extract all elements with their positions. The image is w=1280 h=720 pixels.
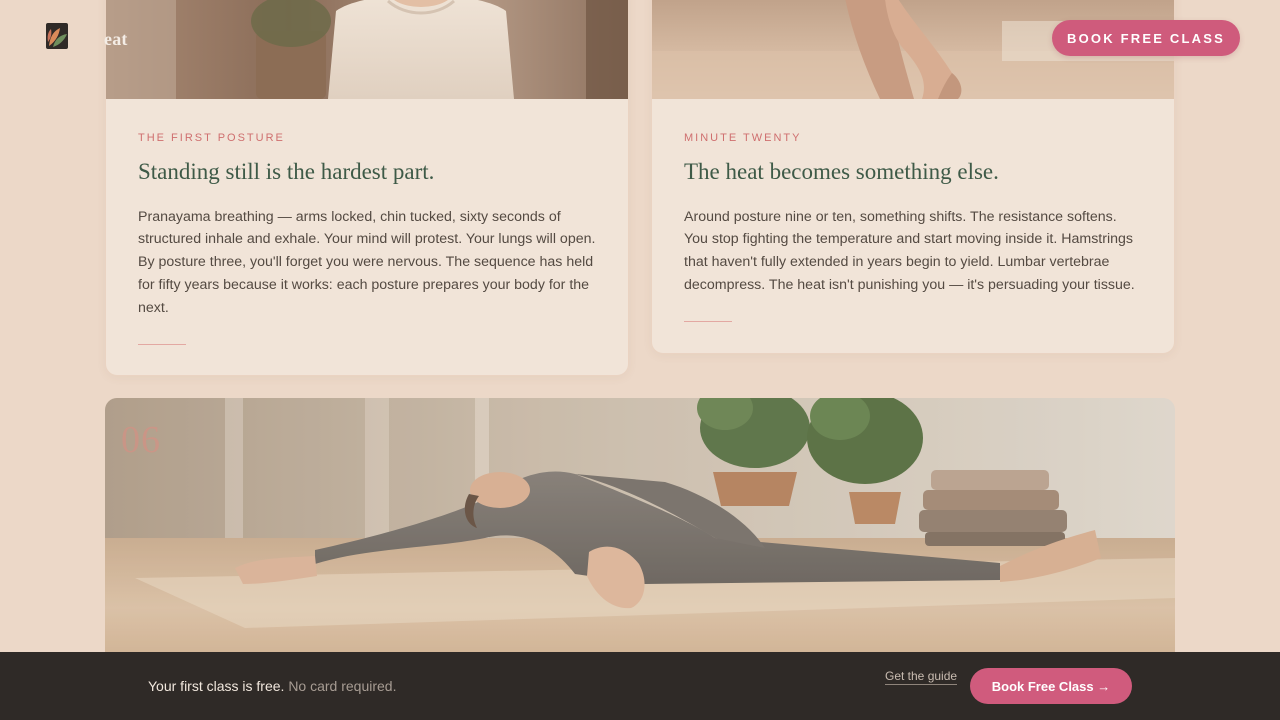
posture-card-first: THE FIRST POSTURE Standing still is the …	[105, 0, 629, 376]
leaf-logo-icon[interactable]	[44, 22, 70, 50]
card-body-text: Around posture nine or ten, something sh…	[684, 208, 1135, 293]
card-divider	[684, 320, 732, 322]
card-eyebrow: THE FIRST POSTURE	[138, 132, 285, 144]
offer-message: Your first class is free. No card requir…	[148, 678, 396, 694]
seated-student-photo	[106, 0, 628, 99]
get-guide-link[interactable]: Get the guide	[885, 669, 958, 685]
card-title: Standing still is the hardest part.	[138, 159, 435, 184]
offer-subtext: No card required.	[288, 678, 397, 694]
card-body-text: Pranayama breathing — arms locked, chin …	[138, 208, 596, 316]
section-number: 06	[121, 419, 161, 461]
card-title: The heat becomes something else.	[684, 159, 999, 184]
sticky-cta-bar: Your first class is free. No card requir…	[0, 652, 1280, 720]
brand-name[interactable]: eat	[104, 29, 128, 50]
savasana-photo-panel: 06	[105, 398, 1175, 678]
book-free-class-button[interactable]: BOOK FREE CLASS	[1052, 20, 1240, 56]
card-eyebrow: MINUTE TWENTY	[684, 132, 802, 144]
card-divider	[138, 343, 186, 345]
offer-text: Your first class is free.	[148, 678, 285, 694]
book-free-class-bar-button[interactable]: Book Free Class →	[970, 668, 1132, 704]
